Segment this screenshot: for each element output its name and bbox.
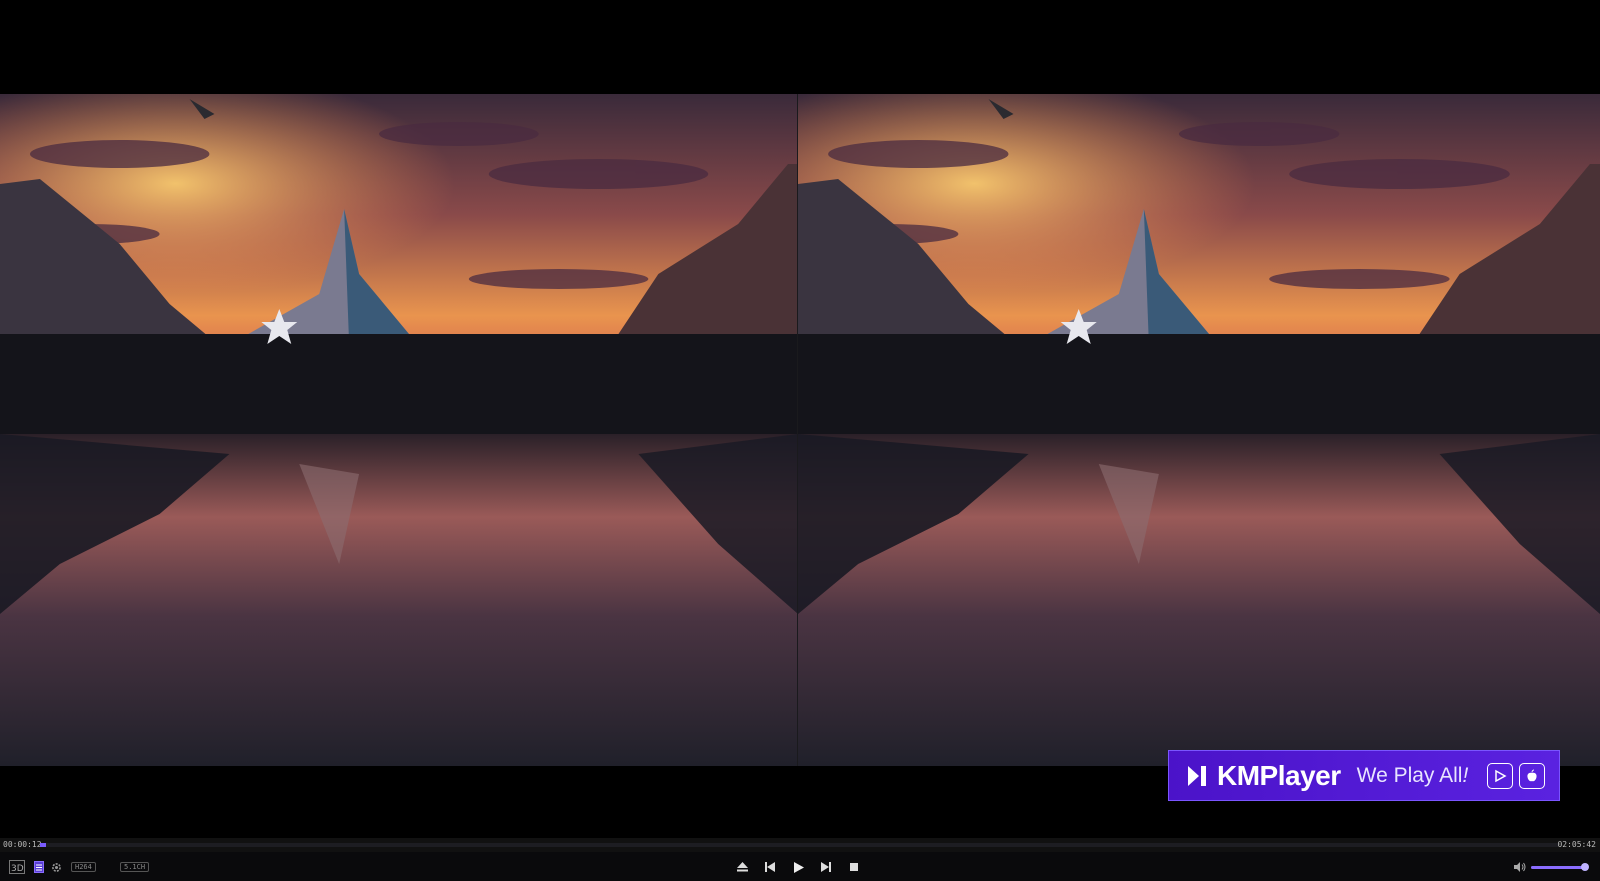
playlist-icon[interactable]: [33, 859, 45, 875]
next-icon[interactable]: [819, 859, 833, 875]
current-time: 00:00:12: [3, 840, 42, 849]
ad-tagline: We Play All!: [1356, 763, 1469, 787]
3d-icon[interactable]: 3D: [9, 859, 25, 875]
mountain-lake-scene: [798, 94, 1600, 766]
audio-channel-badge[interactable]: 5.1CH: [120, 862, 150, 872]
control-bar: 00:00:12 02:05:42 3D H264 5.1CH: [0, 838, 1600, 881]
timeline: 00:00:12 02:05:42: [0, 838, 1600, 852]
apple-icon[interactable]: [1519, 763, 1545, 789]
stop-icon[interactable]: [847, 859, 861, 875]
kmplayer-ad-banner[interactable]: KMPlayer We Play All!: [1168, 750, 1560, 801]
volume-icon[interactable]: [1513, 859, 1527, 875]
video-view-left: [0, 94, 798, 766]
volume-level: [1531, 866, 1587, 869]
video-view-right: [798, 94, 1600, 766]
kmplayer-logo-icon: [1188, 765, 1206, 786]
total-time: 02:05:42: [1557, 840, 1596, 849]
previous-icon[interactable]: [763, 859, 777, 875]
volume-slider[interactable]: [1531, 863, 1589, 871]
google-play-icon[interactable]: [1487, 763, 1513, 789]
svg-text:3D: 3D: [11, 864, 24, 874]
play-icon[interactable]: [792, 859, 806, 875]
mountain-lake-scene: [0, 94, 798, 766]
eject-icon[interactable]: [735, 859, 749, 875]
video-area[interactable]: KMPlayer We Play All!: [0, 0, 1600, 838]
volume-knob[interactable]: [1581, 863, 1589, 871]
codec-badge[interactable]: H264: [71, 862, 96, 872]
seek-bar[interactable]: [40, 843, 1558, 847]
seek-progress: [40, 843, 46, 847]
gear-icon[interactable]: [50, 859, 62, 875]
ad-brand: KMPlayer: [1217, 759, 1341, 791]
